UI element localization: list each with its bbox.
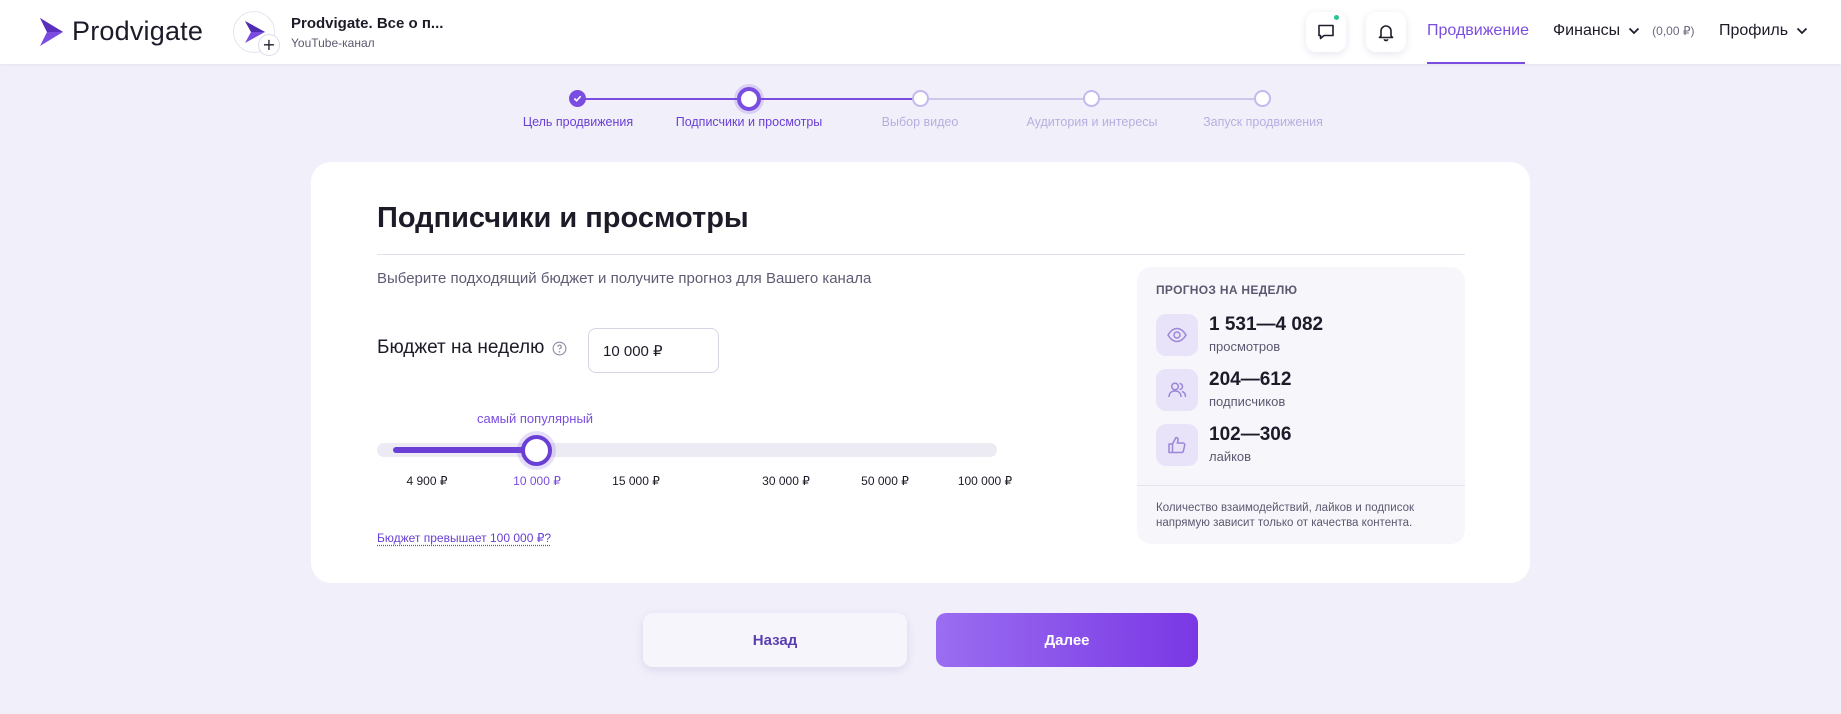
top-header: Prodvigate + Prodvigate. Все о п... YouT… xyxy=(0,0,1841,64)
channel-avatar: + xyxy=(233,11,280,56)
online-indicator xyxy=(1333,14,1340,21)
forecast-panel: ПРОГНОЗ НА НЕДЕЛЮ 1 531—4 082 просмотров… xyxy=(1137,267,1465,544)
forecast-subscribers: 204—612 подписчиков xyxy=(1156,369,1446,413)
step-4-dot xyxy=(1083,90,1100,107)
step-2-label[interactable]: Подписчики и просмотры xyxy=(676,115,823,129)
check-icon xyxy=(573,95,582,102)
forecast-views-unit: просмотров xyxy=(1209,339,1281,354)
help-icon[interactable] xyxy=(552,341,567,356)
chevron-down-icon xyxy=(1629,27,1640,35)
budget-slider-handle[interactable] xyxy=(521,435,552,466)
finance-amount: (0,00 ₽) xyxy=(1652,24,1695,38)
logo-mark-icon xyxy=(40,17,63,46)
channel-name: Prodvigate. Все о п... xyxy=(291,14,444,32)
slider-tick[interactable]: 15 000 ₽ xyxy=(612,474,660,488)
forecast-subscribers-value: 204—612 xyxy=(1209,369,1292,390)
thumbs-up-icon xyxy=(1168,436,1186,454)
logo-text: Prodvigate xyxy=(72,16,204,46)
step-3-dot xyxy=(912,90,929,107)
slider-tick[interactable]: 30 000 ₽ xyxy=(762,474,810,488)
eye-icon xyxy=(1167,327,1187,343)
forecast-likes: 102—306 лайков xyxy=(1156,424,1446,468)
stepper-line-done xyxy=(577,98,749,100)
page-title: Подписчики и просмотры xyxy=(377,202,749,234)
slider-tick[interactable]: 100 000 ₽ xyxy=(958,474,1012,488)
chat-button[interactable] xyxy=(1306,12,1346,52)
over-budget-link[interactable]: Бюджет превышает 100 000 ₽? xyxy=(377,531,551,545)
forecast-likes-value: 102—306 xyxy=(1209,424,1292,445)
nav-finance[interactable]: Финансы (0,00 ₽) xyxy=(1553,22,1695,40)
nav-promotion[interactable]: Продвижение xyxy=(1427,0,1529,64)
step-5-dot xyxy=(1254,90,1271,107)
budget-input[interactable] xyxy=(588,328,719,373)
bell-icon xyxy=(1378,25,1394,42)
step-1-label[interactable]: Цель продвижения xyxy=(523,115,633,129)
progress-stepper: Цель продвижения Подписчики и просмотры … xyxy=(0,86,1841,136)
forecast-subscribers-unit: подписчиков xyxy=(1209,394,1286,409)
budget-label-text: Бюджет на неделю xyxy=(377,337,545,358)
stepper-line-current xyxy=(749,98,920,100)
step-5-label: Запуск продвижения xyxy=(1203,115,1323,129)
chevron-down-icon xyxy=(1796,27,1808,35)
slider-tick-selected[interactable]: 10 000 ₽ xyxy=(513,474,561,488)
slider-tick[interactable]: 50 000 ₽ xyxy=(861,474,909,488)
nav-finance-label: Финансы xyxy=(1553,22,1621,39)
budget-card: Подписчики и просмотры Выберите подходящ… xyxy=(311,162,1530,583)
slider-tick[interactable]: 4 900 ₽ xyxy=(407,474,448,488)
nav-profile[interactable]: Профиль xyxy=(1719,22,1808,40)
page-subtitle: Выберите подходящий бюджет и получите пр… xyxy=(377,270,872,287)
chat-icon xyxy=(1318,24,1334,40)
step-2-current-dot[interactable] xyxy=(737,87,761,111)
back-button[interactable]: Назад xyxy=(643,613,907,667)
budget-slider-fill xyxy=(393,447,541,453)
forecast-note: Количество взаимодействий, лайков и подп… xyxy=(1156,502,1415,529)
popular-badge: самый популярный xyxy=(477,411,594,426)
forecast-title: ПРОГНОЗ НА НЕДЕЛЮ xyxy=(1156,283,1298,297)
step-1-done-icon[interactable] xyxy=(569,90,586,107)
next-button[interactable]: Далее xyxy=(936,613,1198,667)
users-icon xyxy=(1168,382,1187,398)
step-4-label: Аудитория и интересы xyxy=(1026,115,1158,129)
title-divider xyxy=(377,254,1465,255)
forecast-views: 1 531—4 082 просмотров xyxy=(1156,314,1446,358)
nav-profile-label: Профиль xyxy=(1719,22,1789,39)
channel-selector[interactable]: + Prodvigate. Все о п... YouTube-канал xyxy=(233,11,444,56)
forecast-divider xyxy=(1137,485,1465,486)
forecast-likes-unit: лайков xyxy=(1209,449,1252,464)
forecast-views-value: 1 531—4 082 xyxy=(1209,314,1324,335)
budget-label: Бюджет на неделю xyxy=(377,337,567,359)
logo[interactable]: Prodvigate xyxy=(38,16,203,47)
channel-type: YouTube-канал xyxy=(291,35,375,50)
add-channel-icon[interactable]: + xyxy=(258,34,280,56)
step-3-label: Выбор видео xyxy=(881,115,959,129)
notifications-button[interactable] xyxy=(1366,12,1406,52)
